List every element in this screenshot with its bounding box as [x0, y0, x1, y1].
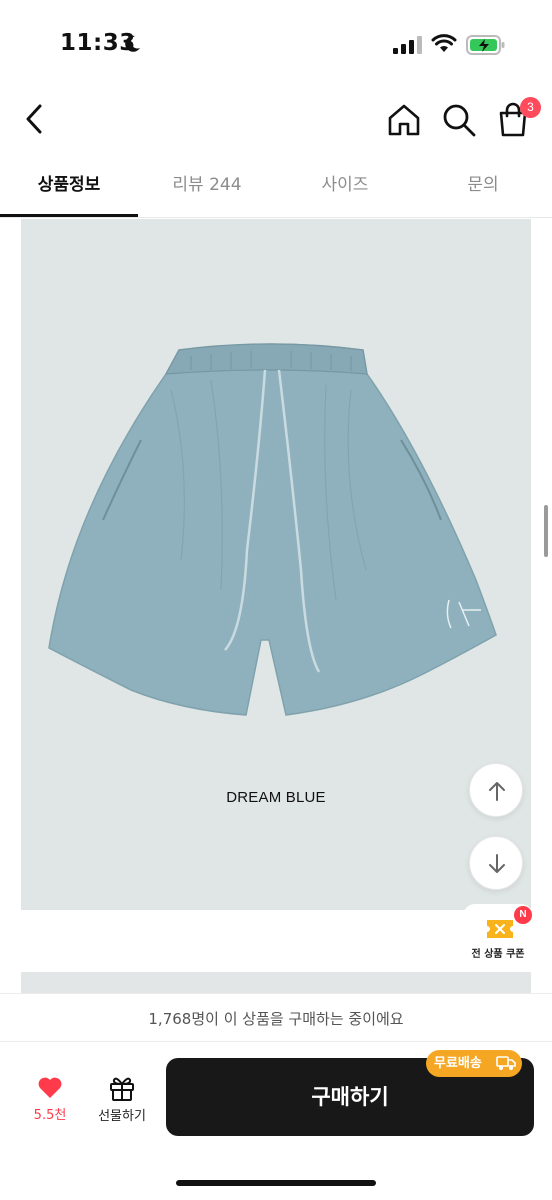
scroll-up-button[interactable]: [469, 763, 523, 817]
heart-icon: [38, 1077, 62, 1098]
truck-icon: [496, 1056, 516, 1070]
wifi-icon: [431, 34, 457, 52]
tab-product-info[interactable]: 상품정보: [0, 160, 138, 216]
arrow-down-icon: [489, 854, 505, 873]
gift-label: 선물하기: [98, 1109, 146, 1124]
product-tabs: 상품정보 리뷰 244 사이즈 문의: [0, 160, 552, 218]
ticket-icon: [487, 920, 513, 938]
bottom-purchase-panel: 1,768명이 이 상품을 구매하는 중이에요 5.5천 선물하기 구매하기 무…: [0, 994, 552, 1200]
moon-icon: [125, 35, 140, 52]
buyers-count-text: 1,768명이 이 상품을 구매하는 중이에요: [148, 1010, 404, 1028]
top-navigation: 3: [0, 90, 552, 156]
tab-size[interactable]: 사이즈: [276, 160, 414, 216]
active-tab-underline: [0, 214, 138, 217]
battery-icon: [466, 35, 505, 55]
free-shipping-badge: 무료배송: [426, 1050, 522, 1077]
like-button[interactable]: 5.5천: [22, 1068, 78, 1128]
status-bar: 11:33: [0, 0, 552, 90]
like-count: 5.5천: [33, 1108, 67, 1123]
arrow-up-icon: [489, 782, 505, 801]
search-icon[interactable]: [441, 102, 477, 138]
back-arrow-icon[interactable]: [18, 102, 52, 136]
product-color-caption: DREAM BLUE: [226, 789, 326, 806]
coupon-button[interactable]: N 전 상품 쿠폰: [463, 904, 533, 968]
free-shipping-label: 무료배송: [434, 1056, 482, 1071]
tab-inquiry[interactable]: 문의: [414, 160, 552, 216]
home-indicator: [176, 1180, 376, 1186]
new-badge: N: [514, 906, 532, 924]
product-shorts-illustration: [48, 343, 497, 716]
gift-icon: [110, 1077, 134, 1101]
scroll-down-button[interactable]: [469, 836, 523, 890]
cart-count-badge: 3: [520, 97, 541, 118]
home-icon[interactable]: [386, 102, 422, 138]
tab-reviews[interactable]: 리뷰 244: [138, 160, 276, 216]
gift-button[interactable]: 선물하기: [86, 1068, 158, 1128]
signal-icon: [393, 36, 422, 54]
coupon-label: 전 상품 쿠폰: [471, 949, 525, 960]
scrollbar[interactable]: [544, 505, 548, 557]
divider: [0, 1041, 552, 1042]
